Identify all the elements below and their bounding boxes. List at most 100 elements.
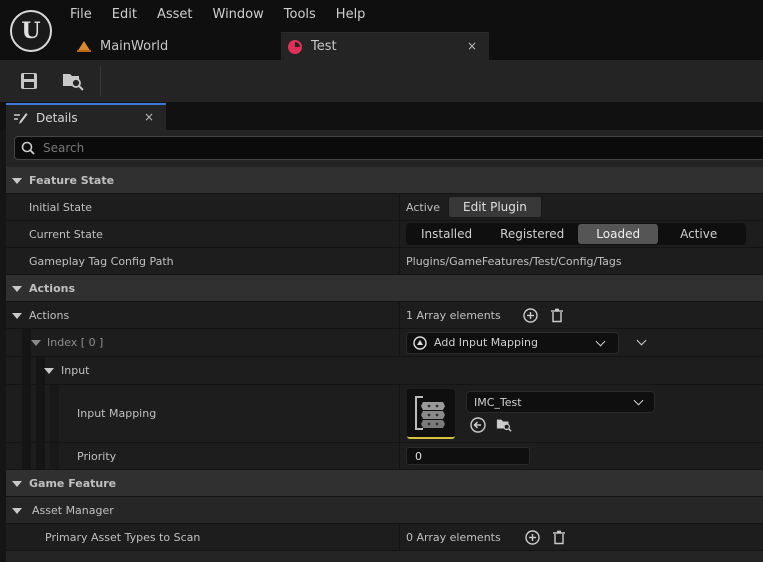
action-type-icon xyxy=(413,335,427,350)
details-tab-label: Details xyxy=(36,110,78,125)
add-element-icon[interactable] xyxy=(523,307,539,323)
property-label: Input Mapping xyxy=(77,407,157,420)
collapse-arrow-icon[interactable] xyxy=(12,508,22,514)
property-label: Primary Asset Types to Scan xyxy=(45,530,201,544)
menu-window[interactable]: Window xyxy=(203,6,274,24)
column-splitter[interactable] xyxy=(399,248,400,274)
unreal-logo[interactable]: U xyxy=(10,10,52,52)
column-splitter[interactable] xyxy=(399,221,400,247)
indent-guide xyxy=(22,443,31,469)
state-option-loaded[interactable]: Loaded xyxy=(578,224,659,244)
menu-edit[interactable]: Edit xyxy=(102,6,147,24)
use-selected-icon[interactable] xyxy=(470,417,486,433)
column-splitter[interactable] xyxy=(399,302,400,328)
property-label: Priority xyxy=(77,449,117,463)
toolbar xyxy=(0,60,763,102)
browse-asset-icon[interactable] xyxy=(496,417,512,433)
indent-guide xyxy=(36,443,45,469)
chevron-down-icon xyxy=(633,395,644,406)
column-splitter[interactable] xyxy=(399,524,400,550)
action-type-dropdown[interactable]: Add Input Mapping xyxy=(406,331,619,354)
tab-test[interactable]: Test × xyxy=(281,32,489,60)
row-tag-config-path: Gameplay Tag Config Path Plugins/GameFea… xyxy=(6,248,763,275)
expand-arrow-icon[interactable] xyxy=(31,340,41,346)
indent-guide xyxy=(36,385,45,442)
level-icon xyxy=(76,38,92,54)
row-priority: Priority 0 xyxy=(6,443,763,470)
action-type-value: Add Input Mapping xyxy=(406,329,647,356)
row-index-0: Index [ 0 ] Add Input Mapping xyxy=(6,329,763,357)
property-label: Actions xyxy=(29,308,70,322)
menu-tools[interactable]: Tools xyxy=(274,6,326,24)
row-current-state: Current State Installed Registered Loade… xyxy=(6,221,763,248)
search-box[interactable] xyxy=(14,136,763,160)
initial-state-text: Active xyxy=(406,200,441,214)
column-splitter[interactable] xyxy=(399,329,400,356)
asset-thumbnail[interactable] xyxy=(407,389,455,439)
property-label: Index [ 0 ] xyxy=(47,336,104,349)
add-element-icon[interactable] xyxy=(525,529,541,545)
game-feature-icon xyxy=(287,39,303,55)
priority-input[interactable]: 0 xyxy=(406,447,530,465)
menu-bar: File Edit Asset Window Tools Help xyxy=(60,6,375,24)
collapse-arrow-icon[interactable] xyxy=(12,481,22,487)
priority-value: 0 xyxy=(406,443,530,469)
input-mapping-value: IMC_Test xyxy=(474,395,522,409)
category-title: Feature State xyxy=(29,173,115,187)
row-initial-state: Initial State Active Edit Plugin xyxy=(6,194,763,221)
delete-all-icon[interactable] xyxy=(551,529,567,545)
category-game-feature[interactable]: Game Feature xyxy=(6,470,763,497)
category-feature-state[interactable]: Feature State xyxy=(6,167,763,194)
property-label: Current State xyxy=(29,227,103,241)
state-option-installed[interactable]: Installed xyxy=(407,224,486,244)
column-splitter[interactable] xyxy=(399,385,400,442)
collapse-arrow-icon[interactable] xyxy=(44,368,54,374)
toolbar-separator xyxy=(100,66,101,96)
actions-array-value: 1 Array elements xyxy=(406,302,565,328)
indent-guide xyxy=(50,443,59,469)
state-option-registered[interactable]: Registered xyxy=(486,224,578,244)
title-bar: U File Edit Asset Window Tools Help Main… xyxy=(0,0,763,60)
indent-guide xyxy=(22,329,31,356)
expand-arrow-icon[interactable] xyxy=(12,313,22,319)
category-actions[interactable]: Actions xyxy=(6,275,763,302)
input-mapping-asset-picker[interactable]: IMC_Test xyxy=(466,391,655,413)
primary-types-value: 0 Array elements xyxy=(406,524,567,550)
browse-icon[interactable] xyxy=(60,68,86,94)
menu-help[interactable]: Help xyxy=(326,6,376,24)
tab-details[interactable]: Details × xyxy=(6,103,166,130)
column-splitter[interactable] xyxy=(399,194,400,220)
collapse-arrow-icon[interactable] xyxy=(12,178,22,184)
save-icon[interactable] xyxy=(16,68,42,94)
edit-plugin-button[interactable]: Edit Plugin xyxy=(448,196,542,218)
indent-guide xyxy=(22,385,31,442)
current-state-selector: Installed Registered Loaded Active xyxy=(406,221,747,247)
array-count: 1 Array elements xyxy=(406,308,501,322)
delete-all-icon[interactable] xyxy=(549,307,565,323)
tab-mainworld[interactable]: MainWorld xyxy=(70,32,278,60)
property-label: Input xyxy=(61,364,90,377)
indent-guide xyxy=(22,357,31,384)
action-type-label: Add Input Mapping xyxy=(434,336,538,349)
search-icon xyxy=(21,141,35,155)
close-icon[interactable]: × xyxy=(467,39,477,53)
subcategory-title: Asset Manager xyxy=(32,503,114,517)
menu-file[interactable]: File xyxy=(60,6,102,24)
state-segmented-control: Installed Registered Loaded Active xyxy=(406,223,747,245)
state-option-active[interactable]: Active xyxy=(658,224,745,244)
tag-path-value[interactable]: Plugins/GameFeatures/Test/Config/Tags xyxy=(406,248,622,274)
collapse-arrow-icon[interactable] xyxy=(12,286,22,292)
row-actions-array: Actions 1 Array elements xyxy=(6,302,763,329)
chevron-down-icon[interactable] xyxy=(636,335,647,346)
menu-asset[interactable]: Asset xyxy=(147,6,203,24)
search-input[interactable] xyxy=(43,138,743,158)
close-icon[interactable]: × xyxy=(144,110,154,124)
column-splitter[interactable] xyxy=(399,443,400,469)
details-edit-icon xyxy=(12,111,28,125)
array-count: 0 Array elements xyxy=(406,530,501,544)
indent-guide xyxy=(50,385,59,442)
row-asset-manager[interactable]: Asset Manager xyxy=(6,497,763,524)
category-title: Actions xyxy=(29,281,75,295)
chevron-down-icon xyxy=(595,336,606,346)
property-label: Initial State xyxy=(29,200,93,214)
